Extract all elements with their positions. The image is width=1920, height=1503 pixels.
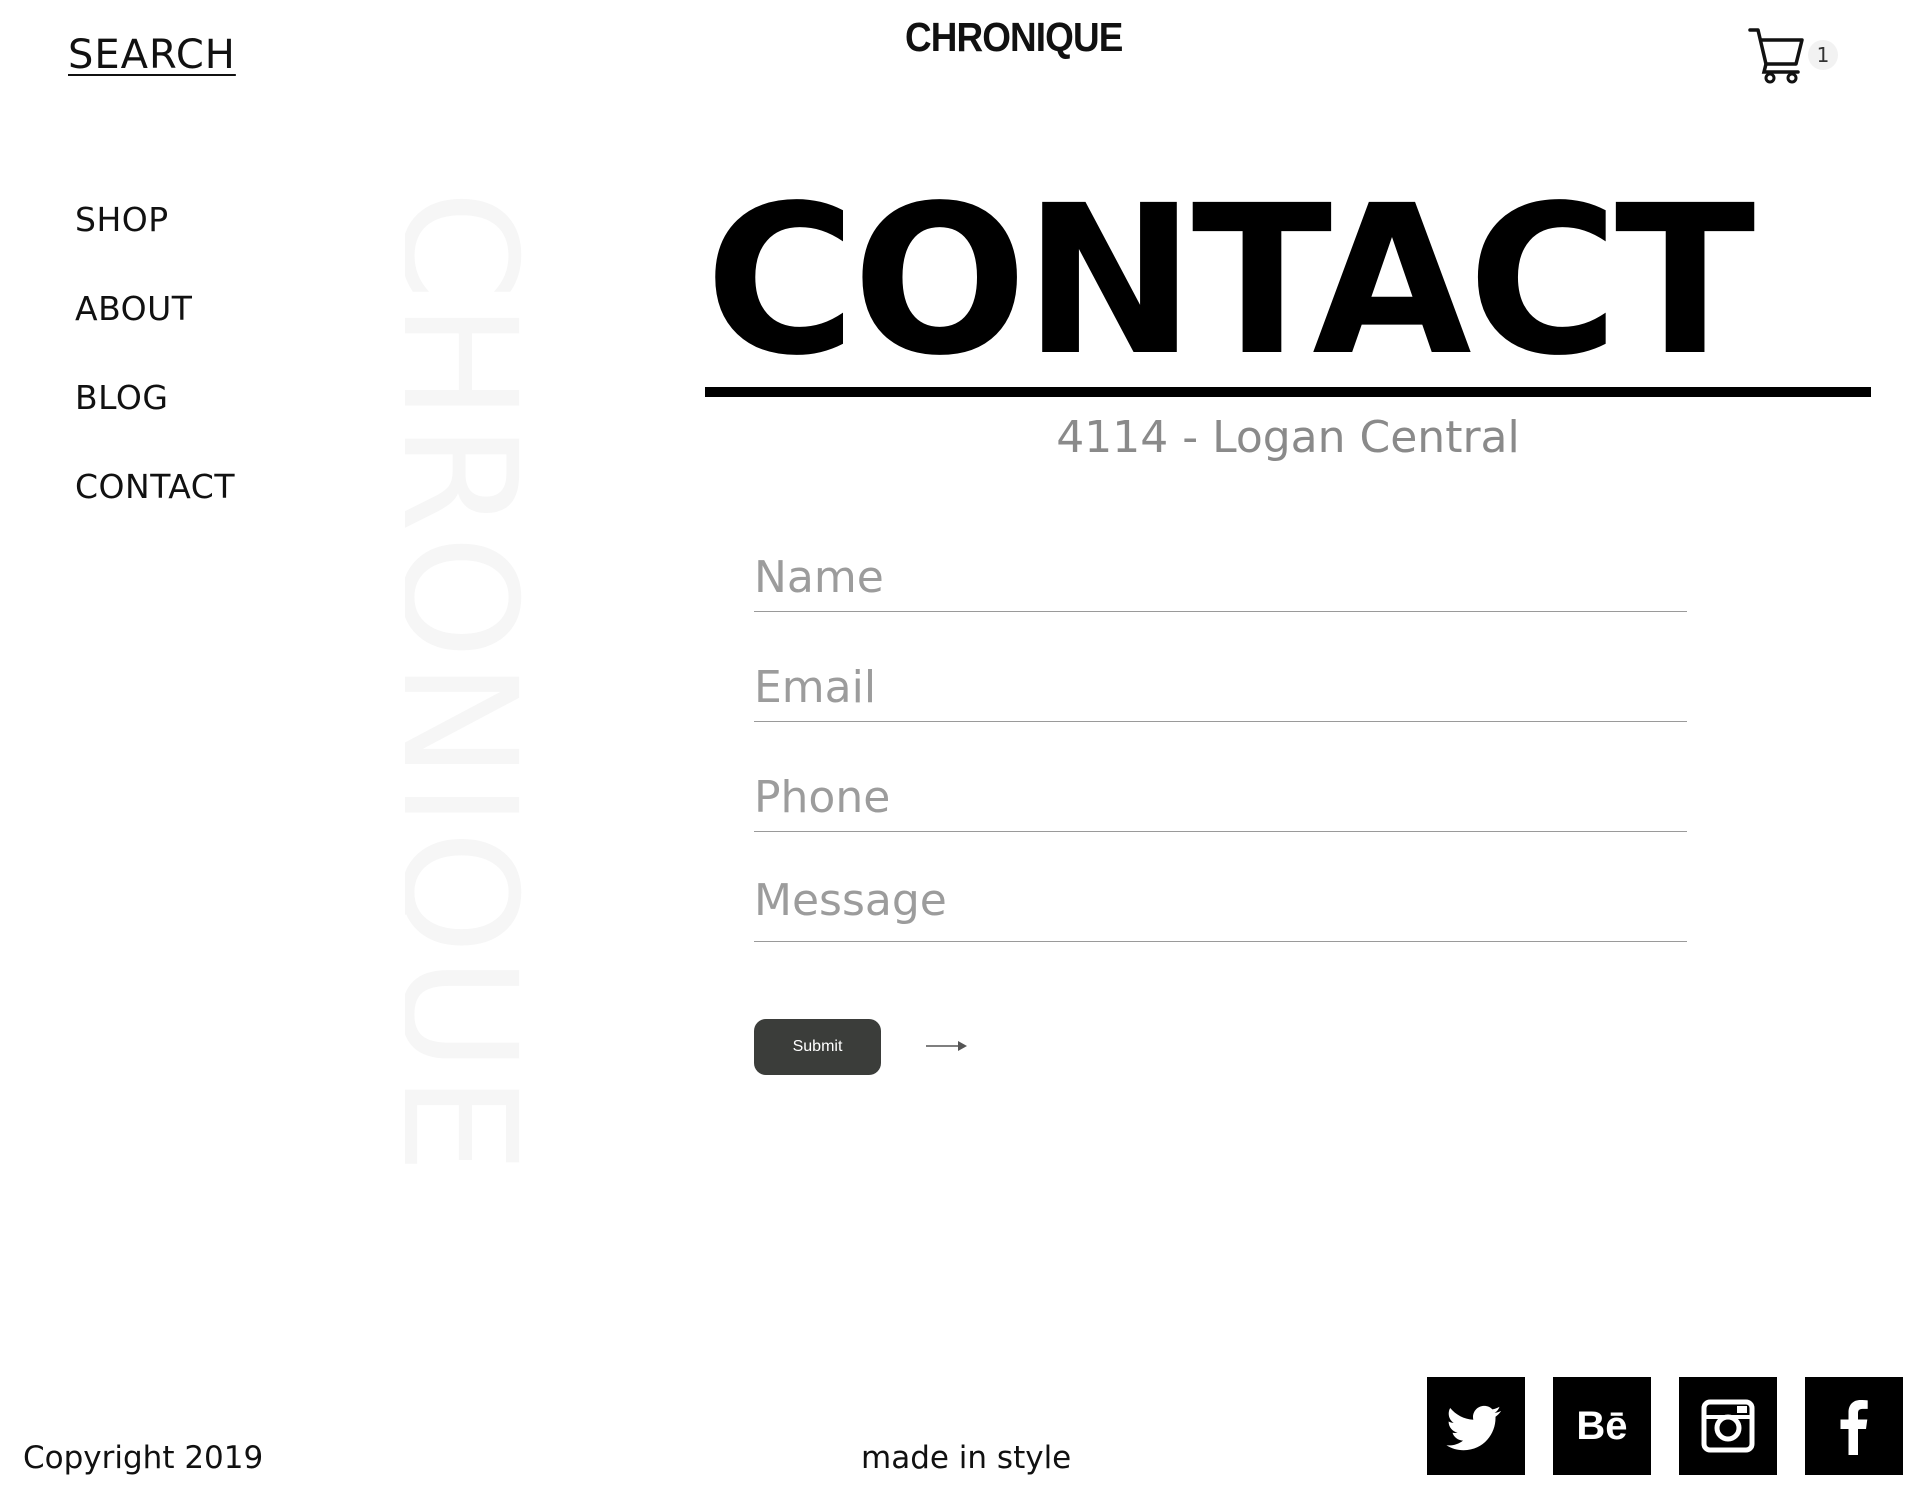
email-input[interactable] bbox=[754, 662, 1687, 713]
phone-field-wrapper bbox=[754, 722, 1687, 832]
nav-item-about[interactable]: ABOUT bbox=[75, 289, 235, 328]
twitter-icon bbox=[1446, 1405, 1502, 1451]
message-field-wrapper bbox=[754, 832, 1687, 942]
nav-item-blog[interactable]: BLOG bbox=[75, 378, 235, 417]
behance-link[interactable]: Bē bbox=[1553, 1377, 1651, 1475]
cart-button[interactable]: 1 bbox=[1748, 26, 1848, 84]
tagline-text: made in style bbox=[861, 1440, 1072, 1476]
copyright-text: Copyright 2019 bbox=[23, 1440, 264, 1476]
submit-button[interactable]: Submit bbox=[754, 1019, 881, 1075]
vertical-watermark: CHRONIQUE bbox=[405, 190, 565, 1320]
behance-icon: Bē bbox=[1576, 1404, 1628, 1448]
nav-item-contact[interactable]: CONTACT bbox=[75, 467, 235, 506]
facebook-icon bbox=[1840, 1400, 1868, 1455]
cart-icon bbox=[1748, 28, 1804, 84]
message-textarea[interactable] bbox=[754, 873, 1687, 933]
name-input[interactable] bbox=[754, 552, 1687, 603]
nav-item-shop[interactable]: SHOP bbox=[75, 200, 235, 239]
instagram-link[interactable] bbox=[1679, 1377, 1777, 1475]
search-link[interactable]: SEARCH bbox=[68, 32, 236, 78]
instagram-icon bbox=[1701, 1399, 1755, 1453]
page-title: CONTACT bbox=[705, 161, 1755, 401]
arrow-right-icon bbox=[926, 1041, 967, 1051]
location-subtitle: 4114 - Logan Central bbox=[1056, 412, 1520, 463]
phone-input[interactable] bbox=[754, 772, 1687, 823]
title-underline bbox=[705, 387, 1871, 397]
email-field-wrapper bbox=[754, 612, 1687, 722]
watermark-text: CHRONIQUE bbox=[405, 190, 550, 1176]
side-nav: SHOP ABOUT BLOG CONTACT bbox=[75, 200, 235, 556]
name-field-wrapper bbox=[754, 540, 1687, 612]
site-logo[interactable]: CHRONIQUE bbox=[905, 14, 1123, 61]
contact-form bbox=[754, 540, 1687, 942]
contact-page: SEARCH CHRONIQUE 1 SHOP ABOUT BLOG CONTA… bbox=[0, 0, 1920, 1503]
facebook-link[interactable] bbox=[1805, 1377, 1903, 1475]
cart-count-badge: 1 bbox=[1808, 40, 1838, 70]
twitter-link[interactable] bbox=[1427, 1377, 1525, 1475]
